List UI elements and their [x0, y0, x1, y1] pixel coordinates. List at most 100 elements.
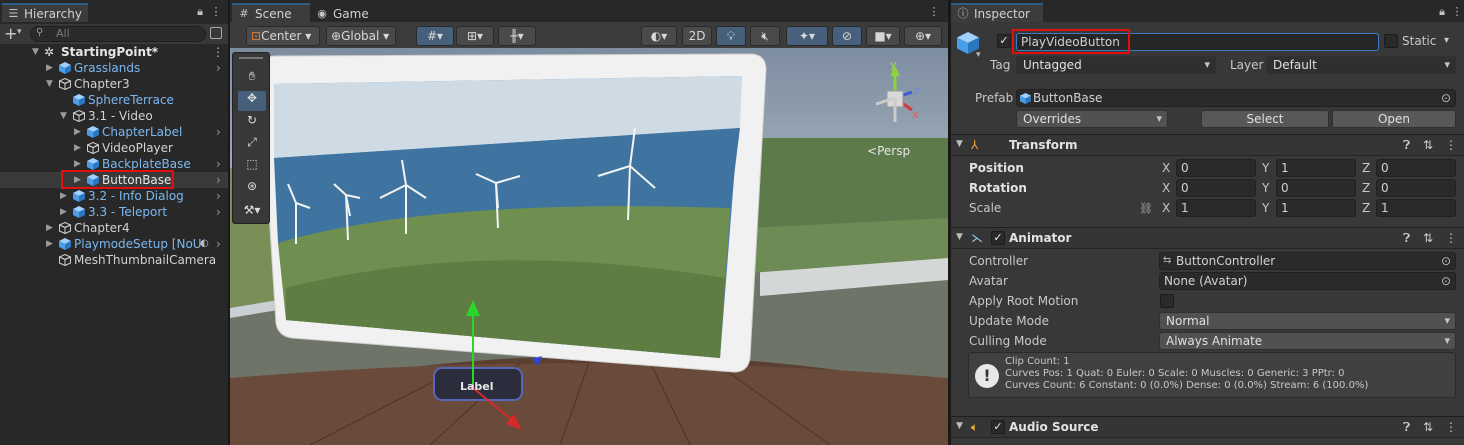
position-z-field[interactable]: 0 [1376, 159, 1456, 177]
preset-icon[interactable]: ⇅ [1423, 420, 1433, 434]
gizmos-button[interactable]: ⊕▾ [904, 26, 942, 46]
list-item[interactable]: ▶ PlaymodeSetup [NoUp ◐ › [0, 236, 228, 252]
update-mode-dropdown[interactable]: Normal [1159, 312, 1456, 330]
lighting-toggle-button[interactable]: 💡︎ [716, 26, 746, 46]
tag-dropdown[interactable]: Untagged [1016, 56, 1216, 74]
transform-tool-button[interactable]: ⊛ [238, 179, 266, 199]
pivot-dropdown[interactable]: ⊡Center ▾ [246, 26, 320, 46]
snap-increment-button[interactable]: ⊞▾ [456, 26, 494, 46]
audio-enabled-checkbox[interactable]: ✓ [991, 420, 1005, 434]
list-item[interactable]: ▶ ChapterLabel › [0, 124, 228, 140]
overrides-dropdown[interactable]: Overrides [1016, 110, 1168, 128]
scene-viewport[interactable]: Label ✋︎ ✥ ↻ ⤢ ⬚ ⊛ ⚒▾ y x z <Persp [230, 48, 948, 445]
rotate-tool-button[interactable]: ↻ [238, 113, 266, 133]
list-item[interactable]: ▼ ✲ StartingPoint* ⋮ [0, 44, 228, 60]
more-menu-icon[interactable]: ⋮ [212, 44, 224, 60]
camera-button[interactable]: ■▾ [866, 26, 900, 46]
help-icon[interactable]: ❓︎ [1403, 231, 1410, 246]
help-icon[interactable]: ❓︎ [1403, 420, 1410, 435]
more-menu-icon[interactable]: ⋮ [1445, 231, 1457, 245]
select-button[interactable]: Select [1201, 110, 1329, 128]
scale-y-field[interactable]: 1 [1276, 199, 1356, 217]
chevron-right-icon[interactable]: › [216, 156, 221, 172]
rotation-x-field[interactable]: 0 [1176, 179, 1256, 197]
rotation-y-field[interactable]: 0 [1276, 179, 1356, 197]
orientation-gizmo[interactable]: y x z [860, 58, 930, 138]
list-item[interactable]: ▶ Grasslands › [0, 60, 228, 76]
help-icon[interactable]: ❓︎ [1403, 138, 1410, 153]
hand-tool-button[interactable]: ✋︎ [238, 69, 266, 89]
position-x-field[interactable]: 0 [1176, 159, 1256, 177]
chevron-right-icon[interactable]: › [216, 124, 221, 140]
list-item[interactable]: ▶ 3.2 - Info Dialog › [0, 188, 228, 204]
animator-header[interactable]: ▼ ⋋ ✓ Animator ❓︎ ⇅ ⋮ [951, 227, 1464, 249]
2d-toggle-button[interactable]: 2D [682, 26, 712, 46]
list-item[interactable]: MeshThumbnailCamera [0, 252, 228, 268]
apply-root-motion-checkbox[interactable] [1160, 294, 1174, 308]
list-item[interactable]: ▼ 3.1 - Video [0, 108, 228, 124]
more-menu-icon[interactable]: ⋮ [1445, 138, 1457, 152]
animator-enabled-checkbox[interactable]: ✓ [991, 231, 1005, 245]
prefab-field[interactable]: ButtonBase ⊙ [1016, 89, 1456, 107]
add-dropdown-icon[interactable]: ▾ [17, 27, 22, 37]
inspector-tab[interactable]: ⓘ Inspector [951, 3, 1043, 22]
audio-mute-button[interactable]: 🔇︎ [750, 26, 780, 46]
object-picker-icon[interactable]: ⊙ [1441, 90, 1451, 106]
ruler-button[interactable]: ╫▾ [498, 26, 536, 46]
more-menu-icon[interactable]: ⋮ [928, 6, 940, 18]
rect-tool-button[interactable]: ⬚ [238, 157, 266, 177]
object-picker-icon[interactable]: ⊙ [1441, 253, 1451, 269]
list-item[interactable]: ▶ 3.3 - Teleport › [0, 204, 228, 220]
more-menu-icon[interactable]: ⋮ [1445, 420, 1457, 434]
static-dropdown-icon[interactable]: ▾ [1444, 32, 1449, 50]
chevron-right-icon[interactable]: › [216, 172, 221, 188]
preset-icon[interactable]: ⇅ [1423, 231, 1433, 245]
move-tool-button[interactable]: ✥ [238, 91, 266, 111]
position-y-field[interactable]: 1 [1276, 159, 1356, 177]
list-item[interactable]: ▶ Chapter4 [0, 220, 228, 236]
layer-dropdown[interactable]: Default [1266, 56, 1456, 74]
rotation-z-field[interactable]: 0 [1376, 179, 1456, 197]
scale-tool-button[interactable]: ⤢ [238, 135, 266, 155]
grid-snap-button[interactable]: #▾ [416, 26, 454, 46]
preset-icon[interactable]: ⇅ [1423, 138, 1433, 152]
custom-tool-button[interactable]: ⚒▾ [236, 203, 268, 223]
tab-scene[interactable]: # Scene [232, 3, 310, 22]
filter-icon[interactable] [210, 27, 222, 39]
transform-header[interactable]: ▼ ⅄ Transform ❓︎ ⇅ ⋮ [951, 134, 1464, 156]
lock-icon[interactable]: 🔒︎ [194, 6, 206, 18]
search-icon: ⚲ [36, 27, 44, 38]
scene-visibility-icon[interactable]: ◐ [200, 236, 209, 252]
more-menu-icon[interactable]: ⋮ [1451, 6, 1463, 18]
open-button[interactable]: Open [1332, 110, 1456, 128]
space-dropdown[interactable]: ⊕Global ▾ [326, 26, 396, 46]
list-item[interactable]: SphereTerrace [0, 92, 228, 108]
tab-game[interactable]: ◉ Game [310, 3, 378, 22]
list-item[interactable]: ▼ Chapter3 [0, 76, 228, 92]
chevron-right-icon[interactable]: › [216, 204, 221, 220]
chevron-right-icon[interactable]: › [216, 60, 221, 76]
active-checkbox[interactable]: ✓ [997, 34, 1011, 48]
static-checkbox[interactable] [1384, 34, 1398, 48]
lock-icon[interactable]: 🔒︎ [1436, 6, 1448, 18]
projection-label[interactable]: <Persp [867, 144, 910, 158]
add-icon[interactable]: + [4, 24, 17, 43]
fx-button[interactable]: ✦▾ [786, 26, 828, 46]
hidden-objects-button[interactable]: ⊘ [832, 26, 862, 46]
more-menu-icon[interactable]: ⋮ [210, 6, 222, 18]
scale-z-field[interactable]: 1 [1376, 199, 1456, 217]
shading-mode-button[interactable]: ◐▾ [641, 26, 677, 46]
chevron-right-icon[interactable]: › [216, 188, 221, 204]
list-item[interactable]: ▶ VideoPlayer [0, 140, 228, 156]
chevron-right-icon[interactable]: › [216, 236, 221, 252]
constrain-proportions-icon[interactable]: ⛓ [1139, 202, 1153, 215]
hierarchy-tab[interactable]: ☰ Hierarchy [2, 3, 88, 22]
audio-source-header[interactable]: ▼ 🔈︎ ✓ Audio Source ❓︎ ⇅ ⋮ [951, 416, 1464, 438]
hierarchy-search-input[interactable]: ⚲ All [30, 26, 206, 42]
scale-x-field[interactable]: 1 [1176, 199, 1256, 217]
gizmo-y-label: y [890, 58, 897, 71]
object-picker-icon[interactable]: ⊙ [1441, 273, 1451, 289]
avatar-field[interactable]: None (Avatar) ⊙ [1159, 272, 1456, 290]
culling-mode-dropdown[interactable]: Always Animate [1159, 332, 1456, 350]
controller-field[interactable]: ⇆ ButtonController ⊙ [1159, 252, 1456, 270]
